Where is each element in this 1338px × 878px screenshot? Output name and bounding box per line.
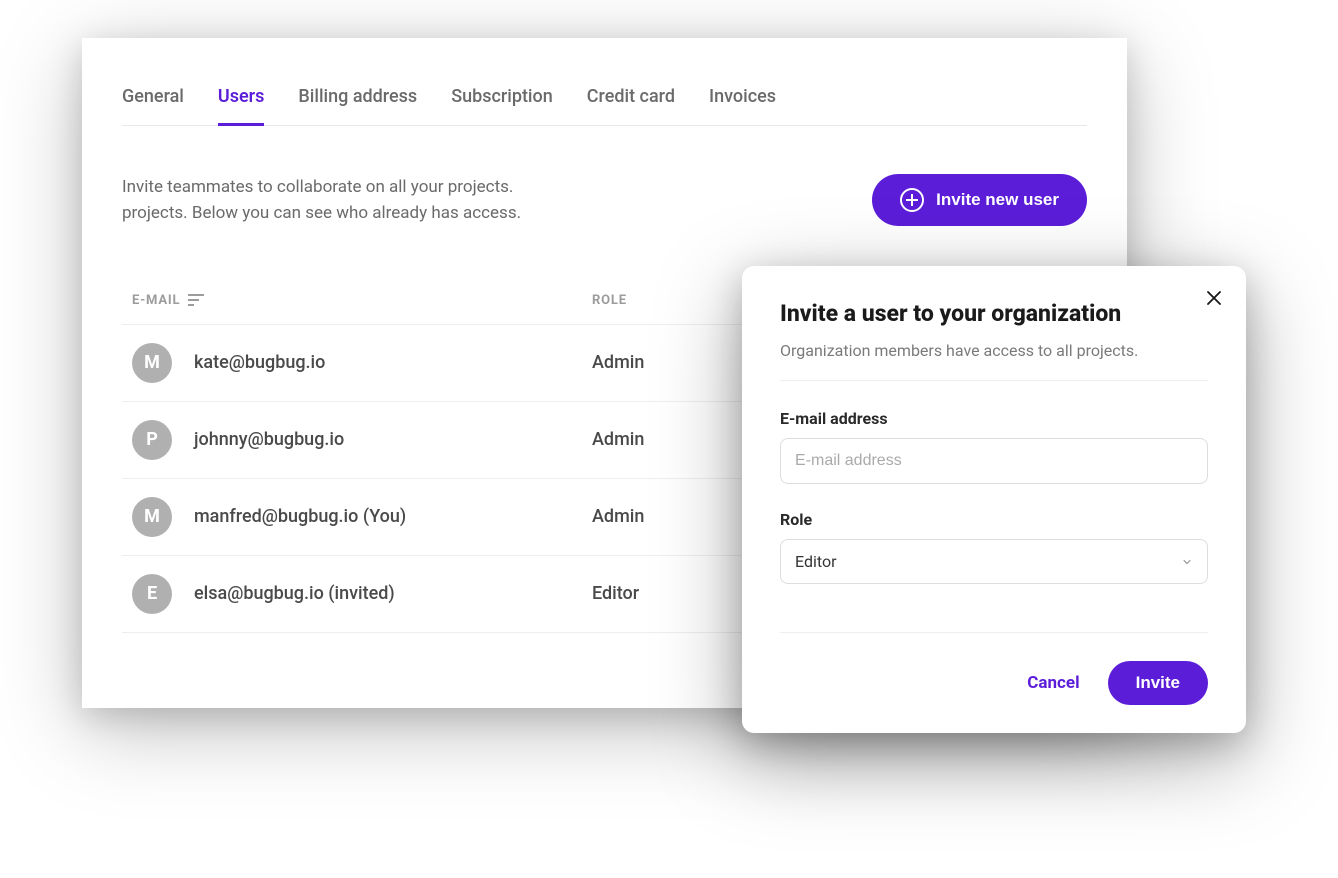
chevron-down-icon <box>1181 556 1193 568</box>
invite-submit-button[interactable]: Invite <box>1108 661 1208 705</box>
intro-line-1: Invite teammates to collaborate on all y… <box>122 174 521 200</box>
th-role-label: ROLE <box>592 293 627 308</box>
email-input[interactable] <box>780 438 1208 484</box>
role-select[interactable]: Editor <box>780 539 1208 584</box>
role-label: Role <box>780 510 1208 529</box>
avatar: P <box>132 420 172 460</box>
modal-actions: Cancel Invite <box>780 661 1208 705</box>
close-icon <box>1205 289 1223 307</box>
role-select-wrap: Editor <box>780 539 1208 584</box>
avatar: M <box>132 343 172 383</box>
tab-users[interactable]: Users <box>218 78 265 126</box>
email-cell: elsa@bugbug.io (invited) <box>194 583 592 604</box>
plus-circle-icon <box>900 188 924 212</box>
close-button[interactable] <box>1202 286 1226 310</box>
tab-subscription[interactable]: Subscription <box>451 78 553 126</box>
column-header-email[interactable]: E-MAIL <box>132 293 592 308</box>
intro-line-2: projects. Below you can see who already … <box>122 200 521 226</box>
invite-new-user-button[interactable]: Invite new user <box>872 174 1087 226</box>
invite-modal: Invite a user to your organization Organ… <box>742 266 1246 733</box>
email-cell: kate@bugbug.io <box>194 352 592 373</box>
tab-billing-address[interactable]: Billing address <box>298 78 417 126</box>
cancel-button[interactable]: Cancel <box>1027 673 1079 693</box>
tabs-bar: General Users Billing address Subscripti… <box>122 78 1087 126</box>
modal-subtitle: Organization members have access to all … <box>780 341 1208 360</box>
tab-invoices[interactable]: Invoices <box>709 78 776 126</box>
avatar: E <box>132 574 172 614</box>
th-email-label: E-MAIL <box>132 293 180 308</box>
intro-text: Invite teammates to collaborate on all y… <box>122 174 521 227</box>
email-cell: johnny@bugbug.io <box>194 429 592 450</box>
modal-title: Invite a user to your organization <box>780 300 1208 327</box>
email-label: E-mail address <box>780 409 1208 428</box>
email-cell: manfred@bugbug.io (You) <box>194 506 592 527</box>
tab-general[interactable]: General <box>122 78 184 126</box>
invite-button-label: Invite new user <box>936 190 1059 210</box>
header-row: Invite teammates to collaborate on all y… <box>122 174 1087 227</box>
divider <box>780 632 1208 633</box>
tab-credit-card[interactable]: Credit card <box>587 78 675 126</box>
sort-icon <box>188 294 204 306</box>
divider <box>780 380 1208 381</box>
role-selected-value: Editor <box>795 552 836 571</box>
avatar: M <box>132 497 172 537</box>
